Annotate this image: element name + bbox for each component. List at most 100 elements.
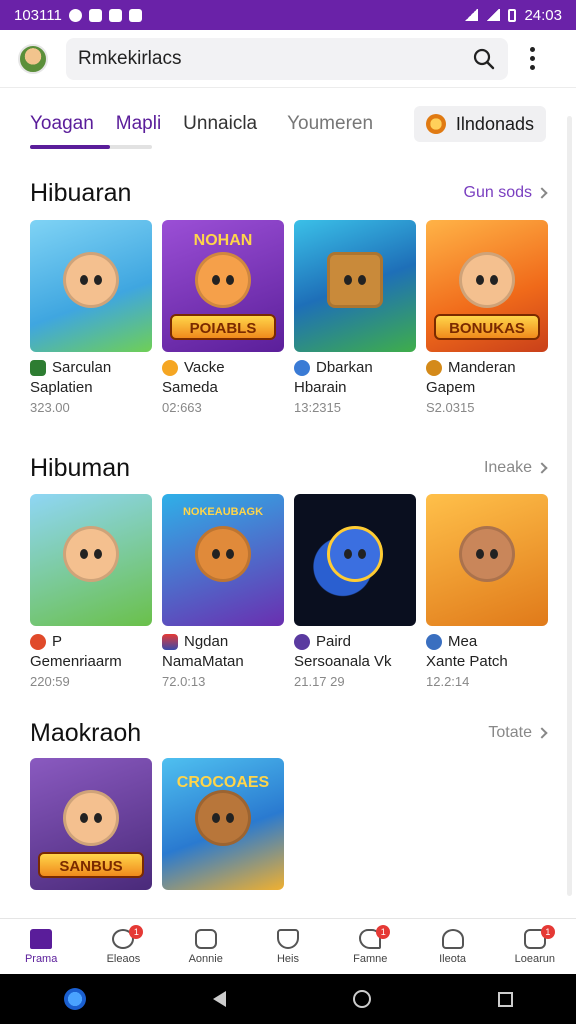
- nav-item-apps[interactable]: Aonnie: [165, 919, 247, 974]
- game-subtitle: Sersoanala Vk: [294, 653, 392, 670]
- section-header: Hibuman Ineake: [30, 451, 548, 485]
- tab-1[interactable]: Mapli: [116, 113, 161, 135]
- game-title: Manderan: [448, 359, 516, 376]
- game-title: Vacke: [184, 359, 225, 376]
- app-icon: [294, 634, 310, 650]
- chevron-right-icon: [536, 727, 548, 739]
- app-icon: [30, 360, 46, 376]
- game-card[interactable]: NOHAN POIABLS Vacke Sameda 02:663: [162, 220, 284, 418]
- coins-button-label: Ilndonads: [455, 113, 534, 134]
- game-thumbnail[interactable]: [426, 494, 548, 626]
- game-thumbnail[interactable]: [294, 494, 416, 626]
- notification-badge: 1: [540, 925, 555, 939]
- game-card[interactable]: Sarculan Saplatien 323.00: [30, 220, 152, 418]
- section-title: Hibuaran: [30, 178, 132, 207]
- game-card[interactable]: BONUKAS Manderan Gapem S2.0315: [426, 220, 548, 418]
- section-title: Maokraoh: [30, 718, 142, 747]
- nav-label: Heis: [276, 952, 299, 965]
- scrollbar[interactable]: [567, 116, 572, 896]
- game-card[interactable]: CROCOAES: [162, 758, 284, 890]
- status-time: 103111: [14, 6, 62, 24]
- game-value: 12.2:14: [426, 674, 470, 689]
- nav-item-games[interactable]: 1 Eleaos: [82, 919, 164, 974]
- chevron-right-icon: [536, 462, 548, 474]
- coin-icon: [425, 114, 446, 134]
- game-thumbnail[interactable]: SANBUS: [30, 758, 152, 890]
- nav-label: Famne: [353, 952, 388, 965]
- message-icon: [88, 8, 102, 22]
- game-value: 72.0:13: [162, 674, 206, 689]
- game-card[interactable]: SANBUS: [30, 758, 152, 890]
- see-more-label: Totate: [488, 724, 532, 741]
- game-value: 323.00: [30, 400, 70, 415]
- nav-label: Aonnie: [188, 952, 223, 965]
- game-card[interactable]: Mea Xante Patch 12.2:14: [426, 494, 548, 692]
- game-title: Ngdan: [184, 633, 229, 650]
- game-thumbnail[interactable]: [30, 494, 152, 626]
- tab-bar: Yoagan Mapli Unnaicla Youmeren Ilndonads: [0, 96, 576, 152]
- game-title: Mea: [448, 633, 478, 650]
- avatar[interactable]: [18, 43, 48, 74]
- game-title: Paird: [316, 633, 352, 650]
- section-header: Hibuaran Gun sods: [30, 176, 548, 210]
- nav-label: Prama: [24, 952, 58, 965]
- game-value: 02:663: [162, 400, 202, 415]
- game-thumbnail[interactable]: NOHAN POIABLS: [162, 220, 284, 352]
- status-right: 24:03: [464, 7, 562, 24]
- coins-button[interactable]: Ilndonads: [413, 106, 546, 142]
- home-icon: [30, 928, 53, 949]
- see-more-link[interactable]: Ineake: [484, 459, 548, 477]
- game-title: Sarculan: [52, 359, 112, 376]
- thumb-title: NOKEAUBAGK: [182, 506, 264, 518]
- game-thumbnail[interactable]: NOKEAUBAGK: [162, 494, 284, 626]
- search-value[interactable]: Rmkekirlacs: [78, 48, 472, 70]
- status-left: 103111: [14, 7, 142, 24]
- section-header: Maokraoh Totate: [30, 716, 548, 750]
- app-icon: [426, 634, 442, 650]
- app-icon: [108, 8, 122, 22]
- game-subtitle: Gemenriaarm: [30, 653, 122, 670]
- game-card[interactable]: Dbarkan Hbarain 13:2315: [294, 220, 416, 418]
- game-thumbnail[interactable]: BONUKAS: [426, 220, 548, 352]
- nav-item-shield[interactable]: Heis: [247, 919, 329, 974]
- search-icon[interactable]: [472, 47, 496, 71]
- game-value: 220:59: [30, 674, 70, 689]
- home-button-icon[interactable]: [352, 990, 371, 1008]
- game-thumbnail[interactable]: [294, 220, 416, 352]
- game-card[interactable]: P Gemenriaarm 220:59: [30, 494, 152, 692]
- game-row: SANBUS CROCOAES: [30, 758, 284, 890]
- tab-2[interactable]: Unnaicla: [183, 113, 257, 135]
- tab-3[interactable]: Youmeren: [287, 113, 373, 135]
- game-thumbnail[interactable]: CROCOAES: [162, 758, 284, 890]
- game-thumbnail[interactable]: [30, 220, 152, 352]
- game-card[interactable]: NOKEAUBAGK Ngdan NamaMatan 72.0:13: [162, 494, 284, 692]
- status-clock: 24:03: [524, 6, 562, 24]
- app-icon: [426, 360, 442, 376]
- search-input[interactable]: Rmkekirlacs: [66, 37, 508, 80]
- thumb-banner: BONUKAS: [434, 314, 540, 340]
- tab-indicator: [30, 145, 152, 149]
- nav-item-profile[interactable]: Ileota: [411, 919, 493, 974]
- see-more-link[interactable]: Totate: [488, 724, 548, 742]
- more-menu-icon[interactable]: [530, 47, 536, 70]
- game-subtitle: Gapem: [426, 379, 476, 396]
- nav-item-account[interactable]: 1 Loearun: [494, 919, 576, 974]
- recents-icon[interactable]: [497, 991, 513, 1007]
- notification-badge: 1: [376, 925, 391, 939]
- nav-label: Ileota: [439, 952, 466, 965]
- nav-item-favorites[interactable]: 1 Famne: [329, 919, 411, 974]
- game-value: 21.17 29: [294, 674, 345, 689]
- game-value: S2.0315: [426, 400, 475, 415]
- thumb-banner: SANBUS: [38, 852, 144, 878]
- tab-0[interactable]: Yoagan: [30, 113, 94, 135]
- nav-item-home[interactable]: Prama: [0, 919, 82, 974]
- thumb-banner: POIABLS: [170, 314, 276, 340]
- back-icon[interactable]: [212, 991, 226, 1007]
- battery-icon: [508, 8, 517, 22]
- assistant-icon[interactable]: [63, 988, 86, 1010]
- system-nav-bar: [0, 974, 576, 1024]
- see-more-link[interactable]: Gun sods: [464, 184, 548, 202]
- status-bar: 103111 24:03: [0, 0, 576, 30]
- game-card[interactable]: Paird Sersoanala Vk 21.17 29: [294, 494, 416, 692]
- apps-icon: [194, 928, 217, 949]
